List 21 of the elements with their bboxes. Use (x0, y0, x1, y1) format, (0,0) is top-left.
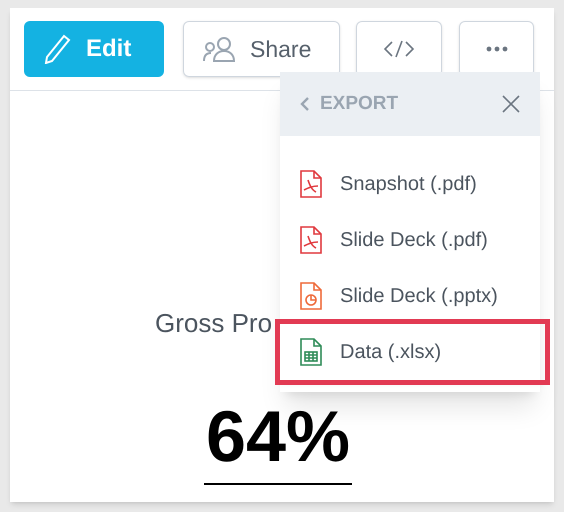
close-icon[interactable] (502, 95, 520, 113)
menu-item-label: Snapshot (.pdf) (340, 172, 477, 197)
menu-item[interactable]: Data (.xlsx) (280, 324, 545, 380)
pdf-file-icon (300, 170, 322, 198)
kpi-title: Gross Pro (155, 307, 272, 340)
kpi-value: 64% (204, 401, 352, 485)
menu-item-label: Data (.xlsx) (340, 340, 442, 365)
menu-item-label: Slide Deck (.pdf) (340, 228, 488, 253)
slides-file-icon (300, 282, 322, 310)
pdf-file-icon (300, 226, 322, 254)
spreadsheet-file-icon (300, 338, 322, 366)
more-icon (486, 46, 508, 52)
back-icon[interactable] (300, 97, 310, 111)
menu-item-label: Slide Deck (.pptx) (340, 284, 498, 309)
code-icon (383, 40, 415, 58)
people-icon (202, 36, 236, 62)
menu-item[interactable]: Slide Deck (.pdf) (280, 212, 540, 268)
menu-item[interactable]: Snapshot (.pdf) (280, 156, 540, 212)
menu-title: EXPORT (320, 92, 398, 116)
pencil-icon (44, 34, 72, 64)
menu-item[interactable]: Slide Deck (.pptx) (280, 268, 540, 324)
